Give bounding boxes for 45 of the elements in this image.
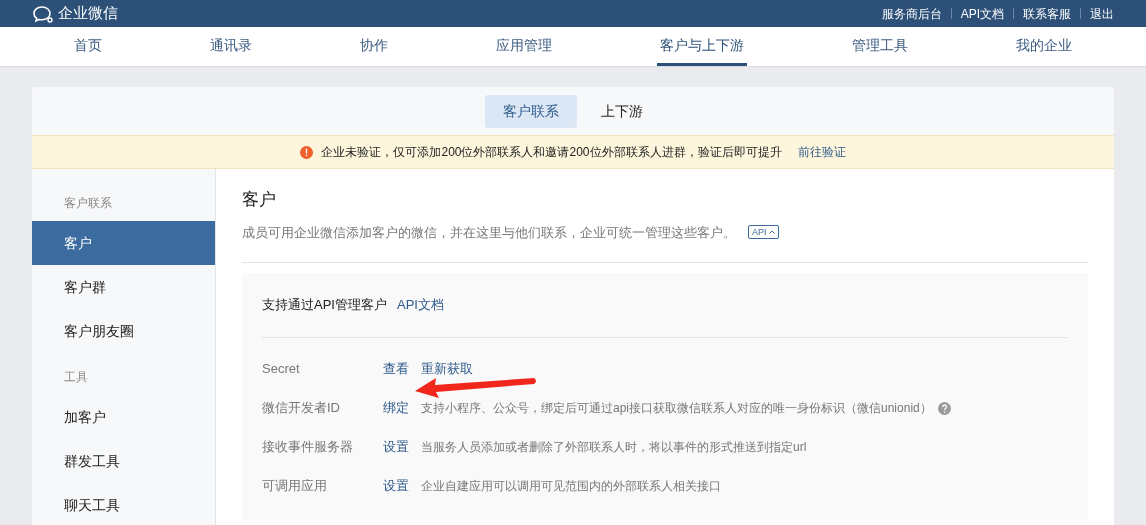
setting-label: 接收事件服务器 <box>262 438 354 457</box>
setting-label: Secret <box>262 360 301 379</box>
page-description: 成员可用企业微信添加客户的微信，并在这里与他们联系，企业可统一管理这些客户。 <box>242 223 736 242</box>
notice-text: 企业未验证，仅可添加200位外部联系人和邀请200位外部联系人进群，验证后即可提升 <box>321 144 782 161</box>
header-link[interactable]: 退出 <box>1090 4 1114 23</box>
sub-tab[interactable]: 上下游 <box>583 94 661 128</box>
chat-bubble-logo-icon <box>32 4 54 23</box>
api-panel-heading: 支持通过API管理客户 <box>262 296 387 314</box>
sidebar-item[interactable]: 聊天工具 <box>32 483 215 525</box>
sidebar-section-title: 客户联系 <box>63 195 113 212</box>
setting-action-link[interactable]: 绑定 <box>383 398 409 418</box>
sidebar-section-title: 工具 <box>63 369 89 386</box>
caret-icon <box>768 230 775 235</box>
sidebar-item[interactable]: 客户朋友圈 <box>32 309 215 353</box>
setting-note: 支持小程序、公众号，绑定后可通过api接口获取微信联系人对应的唯一身份标识（微信unionid） <box>421 400 932 417</box>
setting-action-link[interactable]: 查看 <box>383 359 409 379</box>
setting-label: 微信开发者ID <box>262 399 341 418</box>
sub-tab[interactable]: 客户联系 <box>485 94 577 128</box>
logo-text: 企业微信 <box>58 3 118 24</box>
page-title: 客户 <box>242 189 277 211</box>
header-link[interactable]: API文档 <box>960 4 1004 23</box>
nav-tab[interactable]: 管理工具 <box>849 27 911 66</box>
sidebar-item[interactable]: 客户 <box>32 221 215 265</box>
info-icon <box>300 145 314 159</box>
nav-tab[interactable]: 首页 <box>71 27 105 66</box>
nav-tab[interactable]: 客户与上下游 <box>657 27 747 66</box>
help-icon <box>937 401 951 415</box>
setting-action-link[interactable]: 设置 <box>383 476 409 496</box>
header-link[interactable]: 联系客服 <box>1023 4 1071 23</box>
api-toggle-button[interactable]: API <box>748 225 779 240</box>
setting-note: 当服务人员添加或者删除了外部联系人时，将以事件的形式推送到指定url <box>421 439 807 456</box>
nav-tab[interactable]: 我的企业 <box>1013 27 1075 66</box>
sidebar-item[interactable]: 加客户 <box>32 395 215 439</box>
nav-tab[interactable]: 应用管理 <box>493 27 555 66</box>
api-doc-link[interactable]: API文档 <box>396 295 444 315</box>
nav-tab[interactable]: 通讯录 <box>207 27 255 66</box>
header-link[interactable]: 服务商后台 <box>881 4 942 23</box>
setting-action-link[interactable]: 重新获取 <box>421 359 473 379</box>
setting-action-link[interactable]: 设置 <box>383 437 409 457</box>
verify-link[interactable]: 前往验证 <box>797 143 846 161</box>
sidebar-item[interactable]: 群发工具 <box>32 439 215 483</box>
nav-tab[interactable]: 协作 <box>357 27 391 66</box>
setting-label: 可调用应用 <box>262 477 328 496</box>
setting-note: 企业自建应用可以调用可见范围内的外部联系人相关接口 <box>421 478 721 495</box>
sidebar-item[interactable]: 客户群 <box>32 265 215 309</box>
